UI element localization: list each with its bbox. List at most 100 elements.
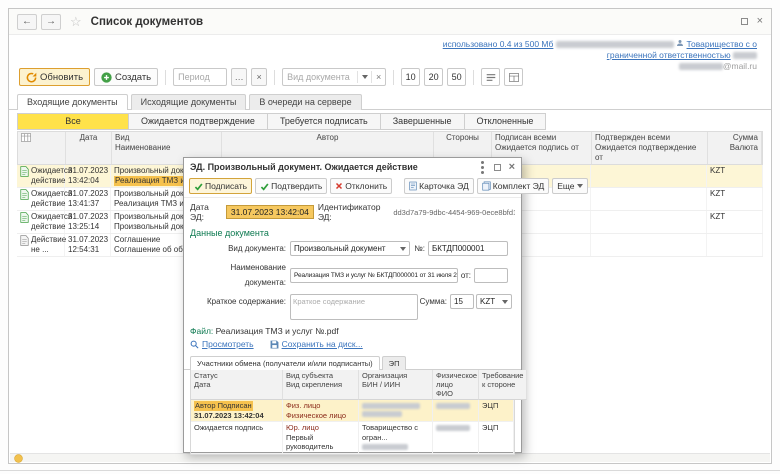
participant-row[interactable]: Автор Подписан 31.07.2023 13:42:04 Физ. … bbox=[191, 400, 514, 422]
from-date-field[interactable] bbox=[474, 268, 508, 283]
cell-status: Ожидаетсядействие bbox=[17, 165, 65, 187]
filter-to-sign[interactable]: Требуется подписать bbox=[267, 113, 381, 130]
favorite-star-icon[interactable]: ☆ bbox=[70, 15, 82, 28]
cell-confirmed bbox=[591, 188, 707, 210]
header-sum[interactable]: СуммаВалюта bbox=[708, 132, 762, 164]
field-row-kind: Вид документа: Произвольный документ №: … bbox=[184, 239, 521, 258]
organization-icon bbox=[676, 39, 684, 47]
organization-link[interactable]: Товарищество с о bbox=[687, 39, 758, 49]
period-picker-button[interactable]: … bbox=[231, 68, 247, 86]
cell-person bbox=[433, 400, 479, 421]
bundle-button[interactable]: Комплект ЭД bbox=[477, 178, 549, 194]
cell-sum: KZT bbox=[707, 165, 763, 187]
tab-incoming-documents[interactable]: Входящие документы bbox=[17, 94, 128, 110]
header-date[interactable]: Дата bbox=[66, 132, 112, 164]
chevron-down-icon bbox=[502, 300, 508, 304]
agreement-icon bbox=[20, 235, 29, 246]
save-to-disk-link[interactable]: Сохранить на диск... bbox=[270, 339, 363, 349]
kind-select[interactable]: Произвольный документ bbox=[290, 241, 410, 256]
field-row-summary: Краткое содержание: Сумма: 15 KZT bbox=[184, 292, 521, 322]
currency-select[interactable]: KZT bbox=[476, 294, 512, 309]
header-confirmed[interactable]: Подтвержден всемиОжидается подтверждение… bbox=[592, 132, 708, 164]
participant-row[interactable]: Ожидается подпись Юр. лицо Первый руково… bbox=[191, 422, 514, 454]
preview-link[interactable]: Просмотреть bbox=[190, 339, 254, 349]
maximize-icon[interactable] bbox=[494, 164, 501, 171]
tab-outgoing-documents[interactable]: Исходящие документы bbox=[131, 94, 247, 110]
card-button[interactable]: Карточка ЭД bbox=[404, 178, 474, 194]
cell-date: 31.07.202312:54:31 bbox=[65, 234, 111, 256]
decline-button[interactable]: Отклонить bbox=[330, 178, 392, 194]
amount-field[interactable]: 15 bbox=[450, 294, 474, 309]
file-row: Файл: Реализация ТМЗ и услуг №.pdf bbox=[184, 322, 521, 337]
kind-label: Вид документа: bbox=[190, 241, 290, 256]
period-clear-button[interactable]: × bbox=[251, 68, 267, 86]
dialog-close-icon[interactable]: × bbox=[509, 162, 515, 173]
window-bottom-edge bbox=[0, 470, 780, 471]
notification-icon[interactable] bbox=[14, 454, 23, 463]
doctype-dropdown-button[interactable] bbox=[358, 69, 371, 85]
cell-status: Автор Подписан 31.07.2023 13:42:04 bbox=[191, 400, 283, 421]
back-icon: ← bbox=[22, 17, 32, 27]
confirm-button[interactable]: Подтвердить bbox=[255, 178, 327, 194]
page-size-10-button[interactable]: 10 bbox=[401, 68, 420, 86]
header-subject[interactable]: Вид субъектаВид скрепления bbox=[283, 370, 359, 400]
separator bbox=[274, 70, 275, 85]
from-label: от: bbox=[458, 271, 474, 280]
cell-sum: KZT bbox=[707, 188, 763, 210]
header-organization[interactable]: ОрганизацияБИН / ИИН bbox=[359, 370, 433, 400]
more-button[interactable]: Еще bbox=[552, 178, 587, 194]
date-field[interactable]: 31.07.2023 13:42:04 bbox=[226, 205, 314, 219]
summary-textarea[interactable] bbox=[290, 294, 418, 320]
participants-table: СтатусДата Вид субъектаВид скрепления Ор… bbox=[190, 370, 515, 455]
id-label: Идентификатор ЭД: bbox=[318, 202, 389, 222]
chevron-down-icon bbox=[400, 247, 406, 251]
close-icon[interactable]: × bbox=[757, 16, 763, 27]
filter-all[interactable]: Все bbox=[17, 113, 129, 130]
chevron-down-icon bbox=[577, 184, 583, 188]
name-label: Наименование документа: bbox=[190, 260, 290, 290]
doctype-clear-button[interactable]: × bbox=[372, 69, 385, 85]
back-button[interactable]: ← bbox=[17, 14, 37, 30]
more-icon[interactable] bbox=[481, 166, 484, 169]
redacted-text bbox=[362, 403, 420, 409]
name-field[interactable]: Реализация ТМЗ и услуг № БКТДП000001 от … bbox=[290, 268, 458, 283]
title-bar: ← → ☆ Список документов × bbox=[9, 9, 771, 35]
tab-exchange-participants[interactable]: Участники обмена (получатели и/или подпи… bbox=[190, 356, 380, 370]
document-icon bbox=[20, 212, 29, 223]
app-window: ← → ☆ Список документов × использовано 0… bbox=[8, 8, 772, 464]
period-input[interactable] bbox=[173, 68, 227, 86]
header-status[interactable]: СтатусДата bbox=[191, 370, 283, 400]
filter-completed[interactable]: Завершенные bbox=[380, 113, 465, 130]
cell-requirement: ЭЦП bbox=[479, 422, 514, 453]
storage-usage-link[interactable]: использовано 0.4 из 500 Мб bbox=[443, 39, 554, 49]
cell-subject: Физ. лицо Физическое лицо bbox=[283, 400, 359, 421]
account-block: использовано 0.4 из 500 Мб Товарищество … bbox=[443, 39, 757, 72]
document-dialog: ЭД. Произвольный документ. Ожидается дей… bbox=[183, 157, 522, 453]
cell-status: Ожидается подпись bbox=[191, 422, 283, 453]
redacted-text bbox=[362, 411, 402, 417]
cell-person bbox=[433, 422, 479, 453]
header-person[interactable]: Физическое лицоФИО bbox=[433, 370, 479, 400]
redacted-text bbox=[556, 41, 674, 48]
page-size-20-button[interactable]: 20 bbox=[424, 68, 443, 86]
check-icon bbox=[194, 182, 203, 191]
window-controls: × bbox=[741, 16, 763, 27]
cell-confirmed bbox=[591, 234, 707, 256]
forward-button[interactable]: → bbox=[41, 14, 61, 30]
create-button[interactable]: Создать bbox=[94, 68, 158, 86]
tab-signatures[interactable]: ЭП bbox=[382, 356, 407, 370]
filter-declined[interactable]: Отклоненные bbox=[464, 113, 547, 130]
number-field[interactable]: БКТДП000001 bbox=[428, 241, 508, 256]
doctype-input[interactable] bbox=[283, 72, 357, 82]
refresh-button[interactable]: Обновить bbox=[19, 68, 90, 86]
field-row-name: Наименование документа: Реализация ТМЗ и… bbox=[184, 258, 521, 292]
cell-confirmed bbox=[591, 165, 707, 187]
pin-icon[interactable] bbox=[741, 18, 748, 25]
sign-button[interactable]: Подписать bbox=[189, 178, 252, 194]
tab-server-queue[interactable]: В очереди на сервере bbox=[249, 94, 361, 110]
filter-awaiting-confirmation[interactable]: Ожидается подтверждение bbox=[128, 113, 268, 130]
header-requirement[interactable]: Требование к стороне bbox=[479, 370, 527, 400]
header-status[interactable] bbox=[18, 132, 66, 164]
organization-link-line2[interactable]: граниченной ответственностью bbox=[607, 50, 731, 60]
check-icon bbox=[260, 182, 269, 191]
